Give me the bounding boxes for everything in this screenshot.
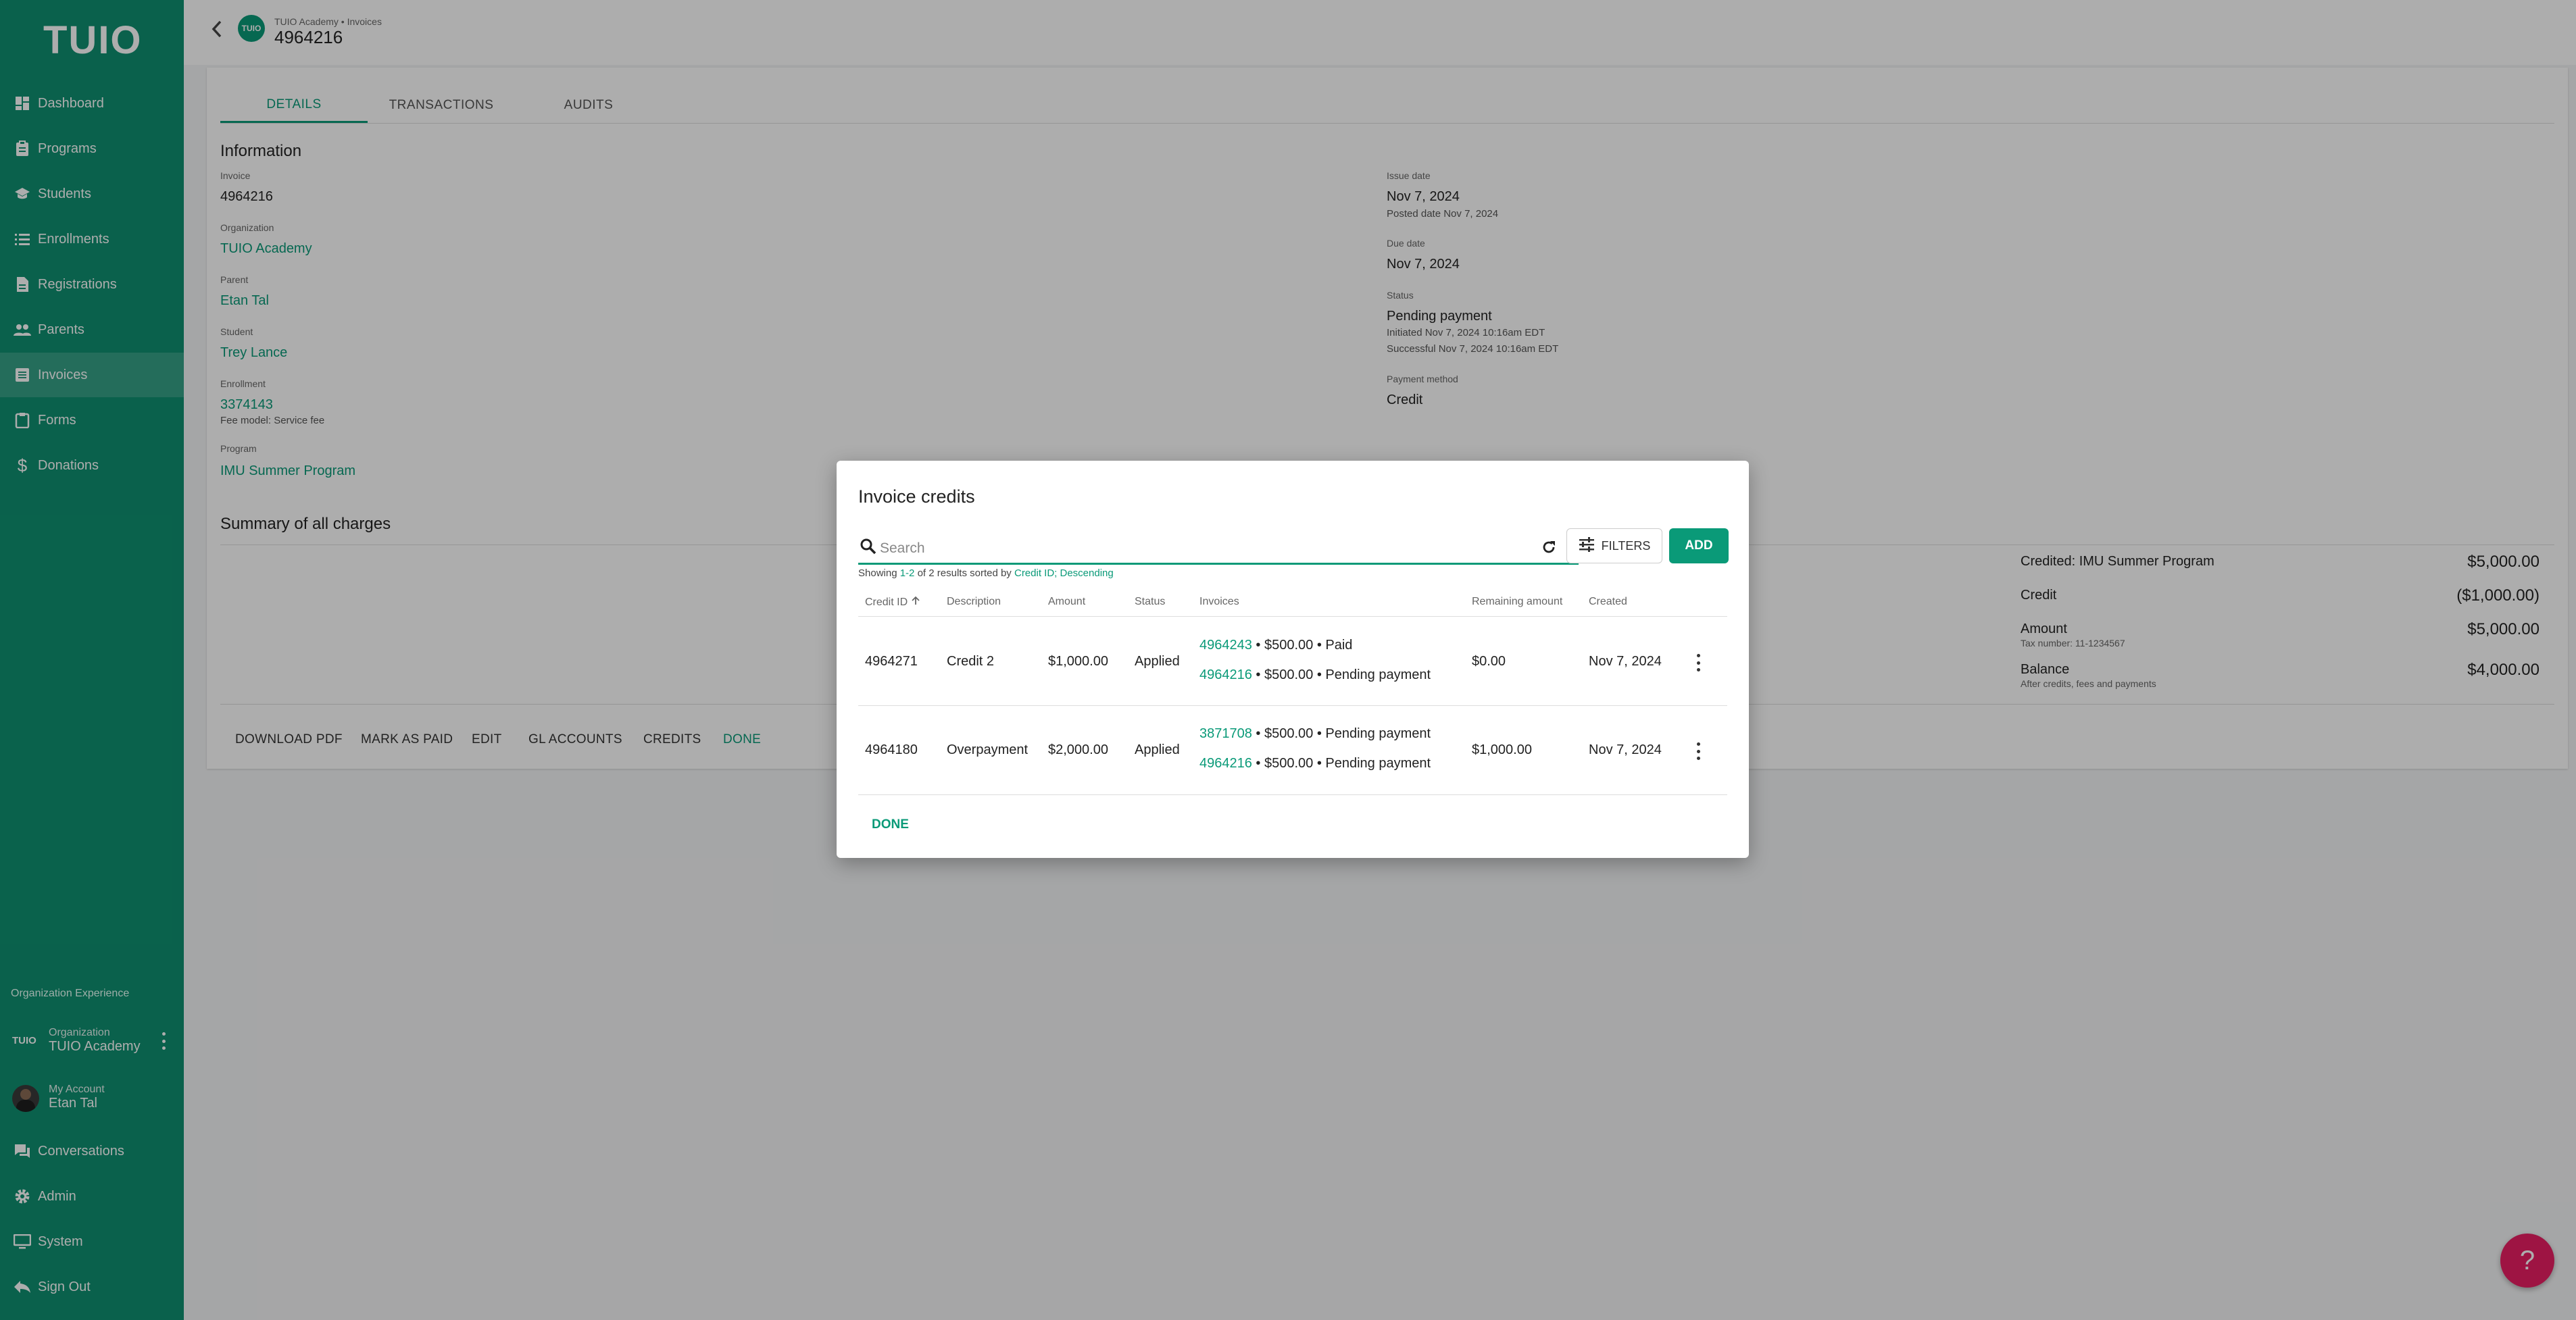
credit-id-cell: 4964271	[865, 654, 918, 669]
search-icon	[860, 538, 877, 555]
created-cell: Nov 7, 2024	[1589, 742, 1662, 757]
search-field	[858, 532, 1579, 565]
row-divider	[858, 705, 1727, 706]
row-divider	[858, 794, 1727, 795]
tune-icon	[1579, 536, 1595, 555]
column-header-remaining-amount[interactable]: Remaining amount	[1472, 596, 1562, 608]
status-cell: Applied	[1135, 742, 1180, 757]
credit-id-cell: 4964180	[865, 742, 918, 757]
invoice-entry: 4964243 • $500.00 • Paid	[1199, 638, 1353, 653]
amount-cell: $1,000.00	[1048, 654, 1108, 669]
invoice-entry: 4964216 • $500.00 • Pending payment	[1199, 756, 1431, 771]
invoice-entry: 4964216 • $500.00 • Pending payment	[1199, 667, 1431, 682]
description-cell: Overpayment	[947, 742, 1029, 757]
add-credit-button[interactable]: ADD	[1669, 528, 1729, 563]
dialog-title: Invoice credits	[858, 486, 975, 507]
remaining-cell: $0.00	[1472, 654, 1506, 669]
row-menu-icon[interactable]	[1697, 742, 1701, 760]
status-cell: Applied	[1135, 654, 1180, 669]
remaining-cell: $1,000.00	[1472, 742, 1532, 757]
dialog-done-button[interactable]: DONE	[872, 817, 909, 832]
refresh-icon[interactable]	[1537, 535, 1561, 559]
column-header-invoices[interactable]: Invoices	[1199, 596, 1239, 608]
sort-ascending-icon	[911, 596, 920, 608]
invoice-link[interactable]: 4964243	[1199, 638, 1252, 653]
column-header-created[interactable]: Created	[1589, 596, 1627, 608]
invoice-entry: 3871708 • $500.00 • Pending payment	[1199, 726, 1431, 741]
invoice-link[interactable]: 4964216	[1199, 667, 1252, 682]
row-menu-icon[interactable]	[1697, 654, 1701, 671]
results-range: 1-2	[899, 567, 915, 579]
column-header-status[interactable]: Status	[1135, 596, 1165, 608]
filters-button[interactable]: FILTERS	[1566, 528, 1662, 563]
invoice-credits-dialog: Invoice credits FILTERS ADD Showing 1-2 …	[837, 461, 1749, 858]
column-header-credit-id[interactable]: Credit ID	[865, 596, 920, 609]
column-header-description[interactable]: Description	[947, 596, 1001, 608]
invoice-link[interactable]: 3871708	[1199, 726, 1252, 741]
created-cell: Nov 7, 2024	[1589, 654, 1662, 669]
column-header-amount[interactable]: Amount	[1048, 596, 1085, 608]
filters-label: FILTERS	[1601, 538, 1651, 553]
header-divider	[858, 616, 1727, 617]
search-input[interactable]	[880, 538, 1529, 559]
invoice-link[interactable]: 4964216	[1199, 756, 1252, 771]
description-cell: Credit 2	[947, 654, 995, 669]
results-summary: Showing 1-2 of 2 results sorted by Credi…	[858, 567, 1114, 579]
sort-link[interactable]: Credit ID; Descending	[1014, 567, 1114, 579]
amount-cell: $2,000.00	[1048, 742, 1108, 757]
